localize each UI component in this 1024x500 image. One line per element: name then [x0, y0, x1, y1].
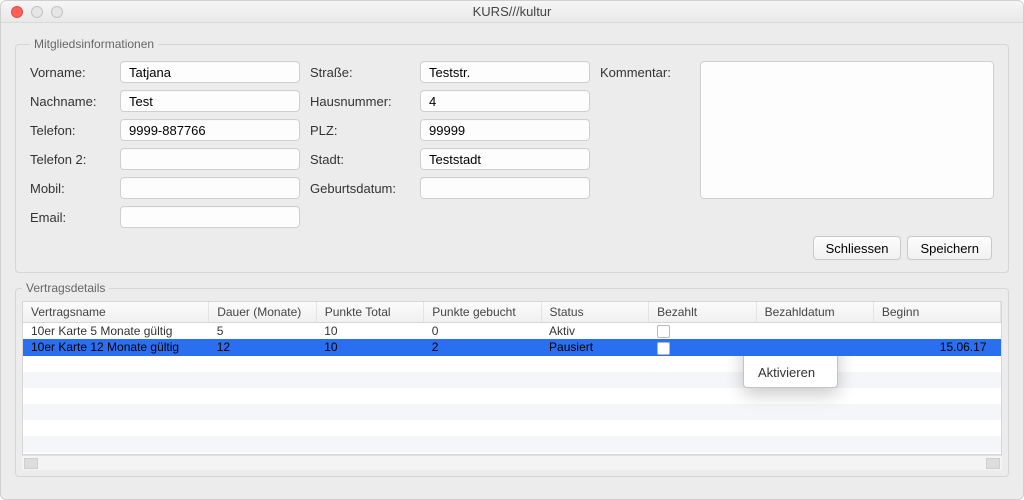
cell-beginn: 15.06.17 — [873, 339, 1000, 355]
content: Mitgliedsinformationen Vorname: Straße: … — [1, 23, 1023, 499]
col-punkte-total[interactable]: Punkte Total — [316, 302, 424, 323]
titlebar: KURS///kultur — [1, 1, 1023, 23]
label-strasse: Straße: — [310, 65, 410, 80]
col-status[interactable]: Status — [541, 302, 649, 323]
contract-details-area: Vertragsdetails Vertrags — [15, 281, 1009, 485]
form-button-row: Schliessen Speichern — [30, 228, 994, 260]
table-header-row: Vertragsname Dauer (Monate) Punkte Total… — [23, 302, 1001, 323]
cell-bezahlt[interactable] — [649, 339, 757, 355]
input-telefon[interactable] — [120, 119, 300, 141]
label-geburt: Geburtsdatum: — [310, 181, 410, 196]
cell-ptotal: 10 — [316, 339, 424, 355]
table-row[interactable]: 10er Karte 5 Monate gültig 5 10 0 Aktiv — [23, 323, 1001, 340]
col-dauer[interactable]: Dauer (Monate) — [209, 302, 317, 323]
label-kommentar: Kommentar: — [600, 65, 690, 80]
window-title: KURS///kultur — [1, 4, 1023, 19]
table-stripes-bg — [23, 356, 1001, 454]
save-button[interactable]: Speichern — [907, 236, 992, 260]
label-hausnr: Hausnummer: — [310, 94, 410, 109]
menu-item-activate[interactable]: Aktivieren — [744, 362, 837, 383]
member-info-group: Mitgliedsinformationen Vorname: Straße: … — [15, 37, 1009, 273]
input-mobil[interactable] — [120, 177, 300, 199]
input-telefon2[interactable] — [120, 148, 300, 170]
cell-bezahldatum — [756, 339, 873, 355]
label-nachname: Nachname: — [30, 94, 110, 109]
cell-status: Pausiert — [541, 339, 649, 355]
zoom-window-icon[interactable] — [51, 6, 63, 18]
input-stadt[interactable] — [420, 148, 590, 170]
col-punkte-gebucht[interactable]: Punkte gebucht — [424, 302, 541, 323]
input-email[interactable] — [120, 206, 300, 228]
label-stadt: Stadt: — [310, 152, 410, 167]
label-telefon: Telefon: — [30, 123, 110, 138]
label-vorname: Vorname: — [30, 65, 110, 80]
cell-dauer: 5 — [209, 323, 317, 340]
contracts-table[interactable]: Vertragsname Dauer (Monate) Punkte Total… — [23, 302, 1001, 356]
textarea-kommentar[interactable] — [700, 61, 994, 199]
col-beginn[interactable]: Beginn — [873, 302, 1000, 323]
input-strasse[interactable] — [420, 61, 590, 83]
app-window: KURS///kultur Mitgliedsinformationen Vor… — [0, 0, 1024, 500]
contracts-table-wrap: Vertragsname Dauer (Monate) Punkte Total… — [22, 301, 1002, 455]
cell-bezahldatum — [756, 323, 873, 340]
cell-status: Aktiv — [541, 323, 649, 340]
comment-wrap — [700, 61, 994, 199]
member-form: Vorname: Straße: Kommentar: Nachname: Ha… — [30, 61, 994, 228]
table-row[interactable]: 10er Karte 12 Monate gültig 12 10 2 Paus… — [23, 339, 1001, 355]
label-telefon2: Telefon 2: — [30, 152, 110, 167]
contract-details-group: Vertragsdetails Vertrags — [15, 281, 1009, 477]
cell-pgebucht: 2 — [424, 339, 541, 355]
cell-name: 10er Karte 5 Monate gültig — [23, 323, 209, 340]
horizontal-scrollbar[interactable] — [22, 455, 1002, 470]
label-email: Email: — [30, 210, 110, 225]
close-button[interactable]: Schliessen — [813, 236, 902, 260]
col-bezahlt[interactable]: Bezahlt — [649, 302, 757, 323]
label-plz: PLZ: — [310, 123, 410, 138]
input-hausnr[interactable] — [420, 90, 590, 112]
scroll-right-nub[interactable] — [986, 458, 1000, 469]
checkbox-icon[interactable] — [657, 325, 670, 338]
cell-ptotal: 10 — [316, 323, 424, 340]
window-controls — [11, 6, 63, 18]
checkbox-icon[interactable] — [657, 342, 670, 355]
minimize-window-icon[interactable] — [31, 6, 43, 18]
col-vertragsname[interactable]: Vertragsname — [23, 302, 209, 323]
contract-details-legend: Vertragsdetails — [22, 281, 109, 295]
input-vorname[interactable] — [120, 61, 300, 83]
cell-name: 10er Karte 12 Monate gültig — [23, 339, 209, 355]
close-window-icon[interactable] — [11, 6, 23, 18]
label-mobil: Mobil: — [30, 181, 110, 196]
input-geburt[interactable] — [420, 177, 590, 199]
input-nachname[interactable] — [120, 90, 300, 112]
col-bezahldatum[interactable]: Bezahldatum — [756, 302, 873, 323]
scroll-left-nub[interactable] — [24, 458, 38, 469]
cell-pgebucht: 0 — [424, 323, 541, 340]
input-plz[interactable] — [420, 119, 590, 141]
cell-bezahlt[interactable] — [649, 323, 757, 340]
cell-beginn — [873, 323, 1000, 340]
member-info-legend: Mitgliedsinformationen — [30, 37, 158, 51]
cell-dauer: 12 — [209, 339, 317, 355]
